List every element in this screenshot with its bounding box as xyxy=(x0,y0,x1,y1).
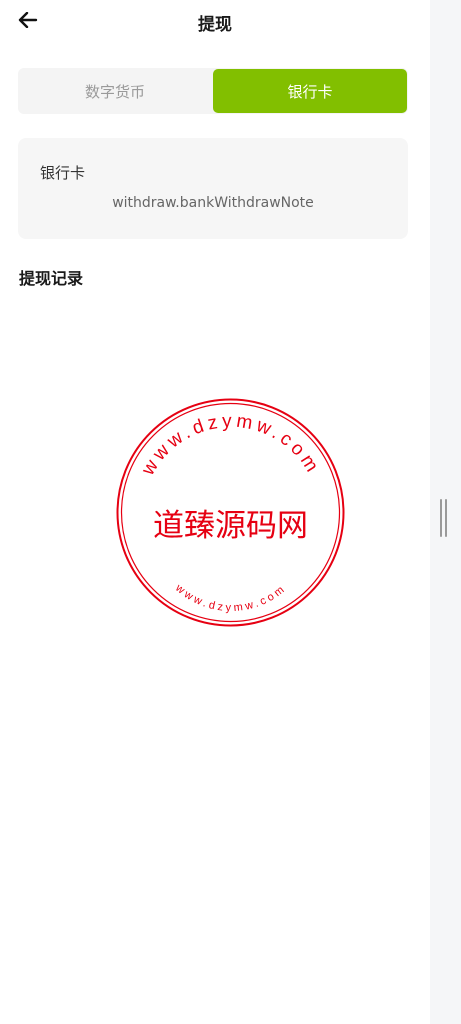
watermark-ring-bottom-text: www.dzymw.com xyxy=(172,582,286,615)
watermark-stamp: www.dzymw.com www.dzymw.com 道臻源码网 xyxy=(116,398,345,627)
bank-withdraw-note: withdraw.bankWithdrawNote xyxy=(112,195,314,211)
drag-handle-icon[interactable] xyxy=(440,499,448,537)
bank-card-panel: 银行卡 withdraw.bankWithdrawNote xyxy=(18,138,408,239)
watermark-ring-bottom: www.dzymw.com xyxy=(172,582,289,615)
withdraw-records-title: 提现记录 xyxy=(19,269,84,288)
bank-card-title: 银行卡 xyxy=(40,164,86,182)
tab-bar: 数字货币 银行卡 xyxy=(18,68,408,114)
main-panel: 提现 数字货币 银行卡 银行卡 withdraw.bankWithdrawNot… xyxy=(0,0,430,1024)
page-title: 提现 xyxy=(198,15,232,35)
watermark-center-text: 道臻源码网 xyxy=(153,508,308,544)
tab-crypto[interactable]: 数字货币 xyxy=(18,68,212,114)
tab-bank-card[interactable]: 银行卡 xyxy=(213,69,407,113)
